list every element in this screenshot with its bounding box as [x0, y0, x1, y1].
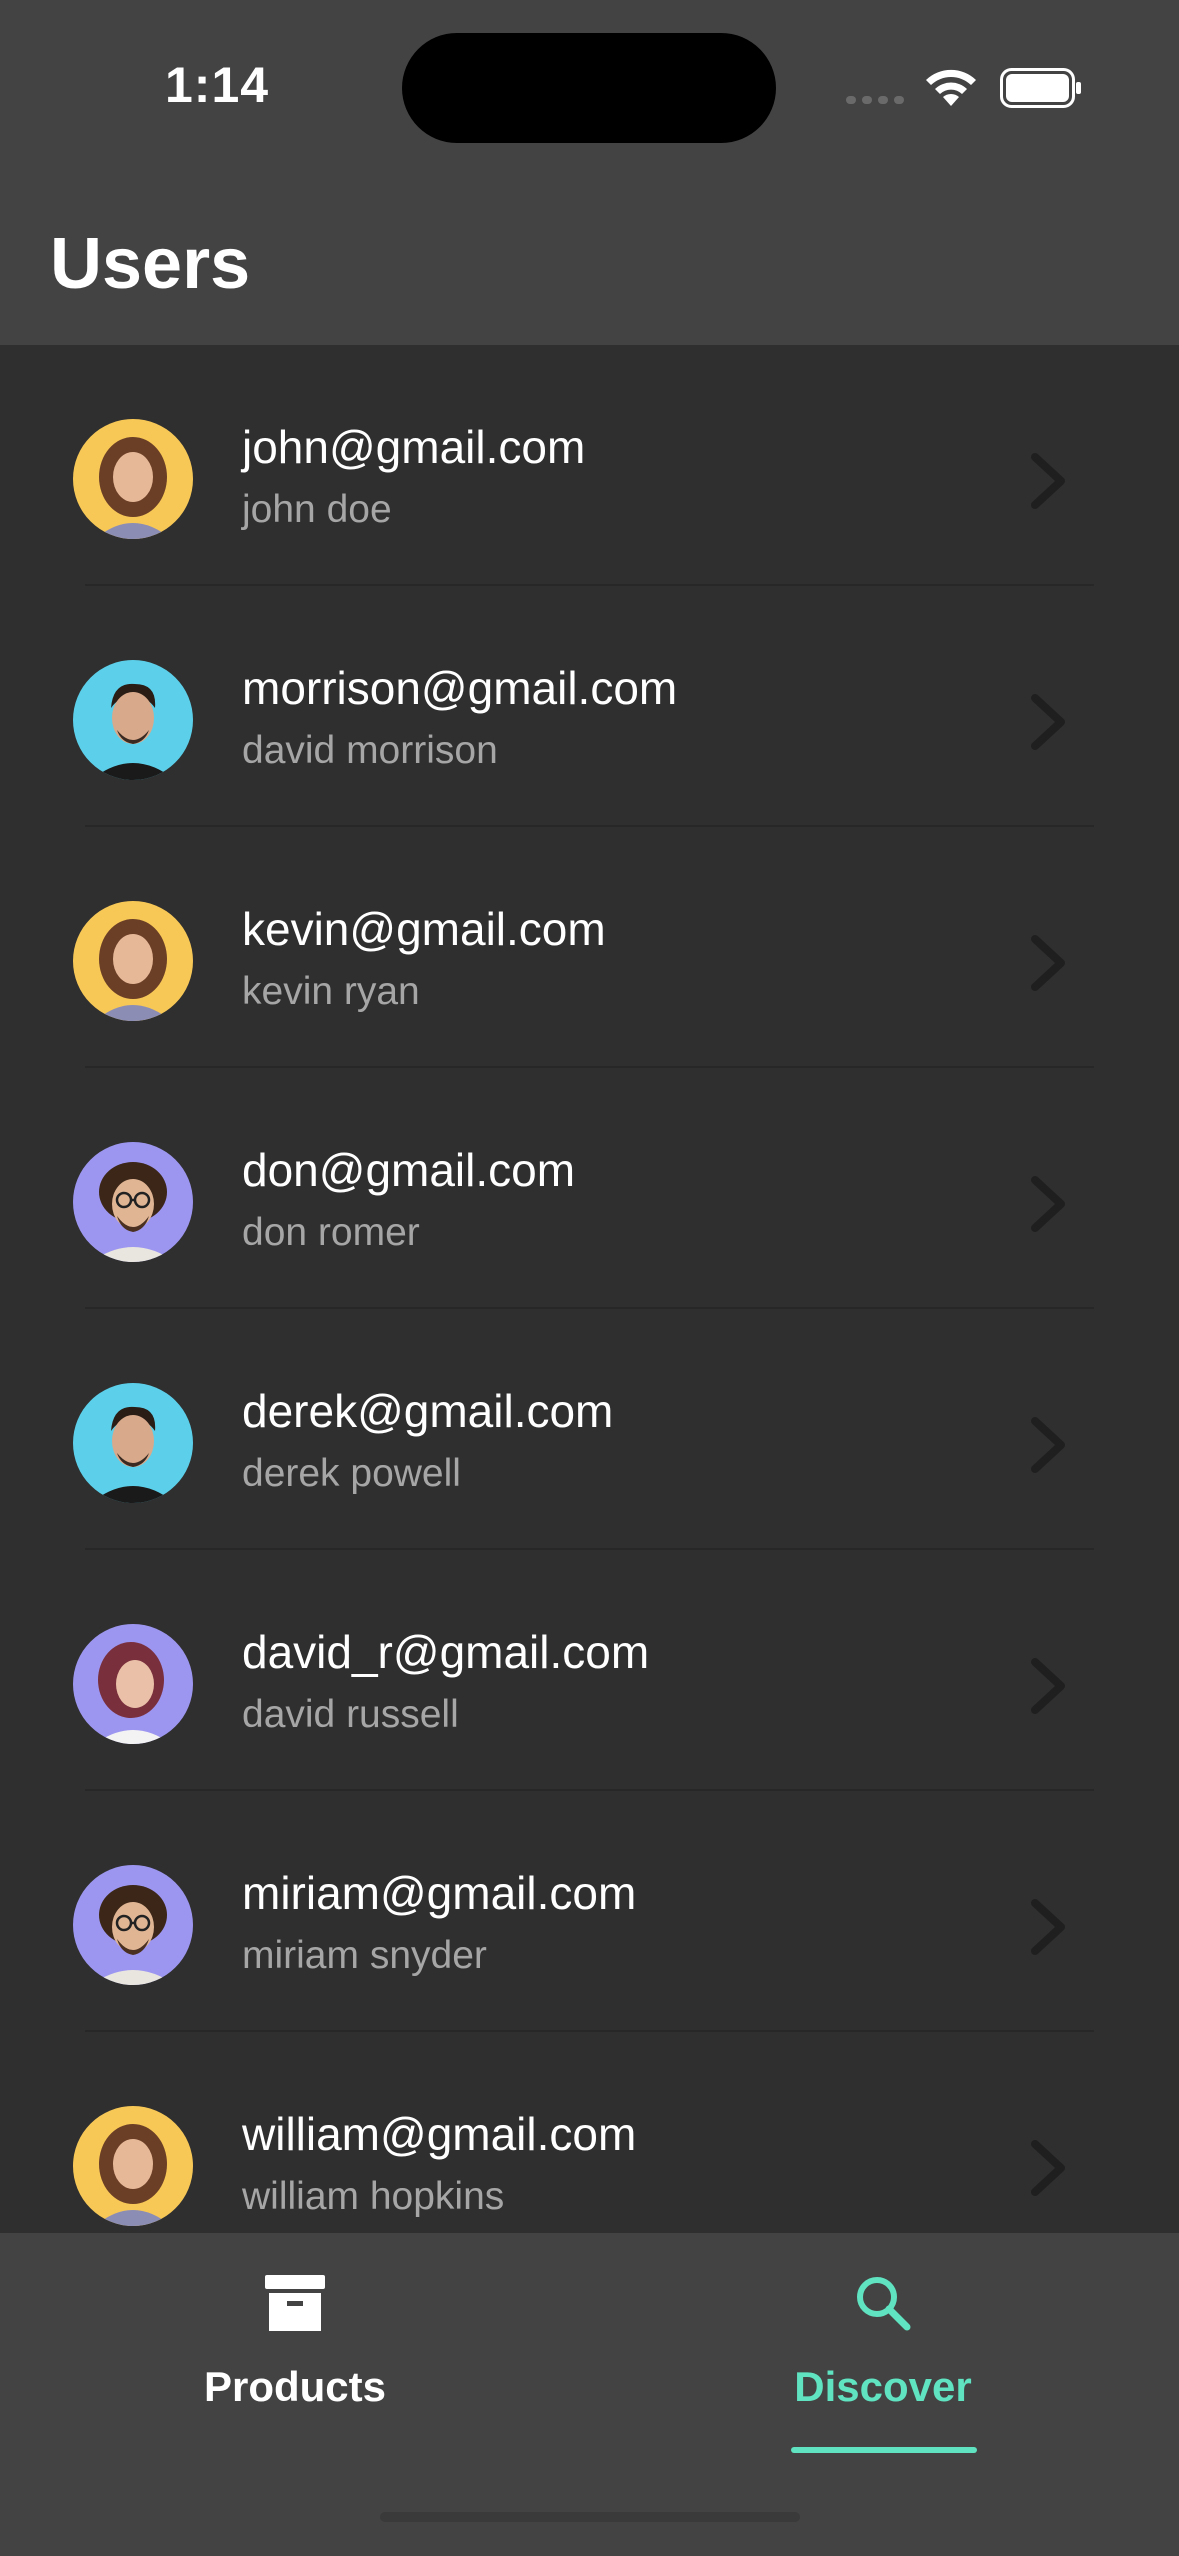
user-email: derek@gmail.com — [242, 1385, 614, 1437]
user-list-item[interactable]: william@gmail.com william hopkins — [0, 2032, 1179, 2233]
tab-products-label: Products — [203, 2363, 387, 2410]
user-name: derek powell — [242, 1452, 461, 1495]
tab-discover[interactable]: Discover — [693, 2233, 1073, 2483]
chevron-right-icon — [1031, 694, 1065, 750]
home-indicator — [380, 2512, 800, 2522]
archive-box-icon — [265, 2275, 325, 2331]
user-name: miriam snyder — [242, 1934, 487, 1977]
bottom-nav: Products Discover — [0, 2233, 1179, 2556]
user-name: john doe — [242, 488, 392, 531]
user-name: william hopkins — [242, 2175, 505, 2218]
user-email: kevin@gmail.com — [242, 903, 606, 955]
chevron-right-icon — [1031, 1899, 1065, 1955]
avatar — [73, 660, 193, 780]
user-email: morrison@gmail.com — [242, 662, 678, 714]
dynamic-island — [402, 33, 776, 143]
app-header: Users — [0, 175, 1179, 345]
tab-discover-label: Discover — [794, 2363, 972, 2410]
chevron-right-icon — [1031, 1417, 1065, 1473]
user-email: john@gmail.com — [242, 421, 586, 473]
user-list-item[interactable]: john@gmail.com john doe — [0, 345, 1179, 586]
status-time: 1:14 — [165, 57, 270, 113]
battery-icon — [1000, 68, 1081, 108]
avatar — [73, 1383, 193, 1503]
user-email: don@gmail.com — [242, 1144, 576, 1196]
avatar — [73, 901, 193, 1021]
avatar — [73, 419, 193, 539]
user-list-item[interactable]: kevin@gmail.com kevin ryan — [0, 827, 1179, 1068]
chevron-right-icon — [1031, 2140, 1065, 2196]
user-email: david_r@gmail.com — [242, 1626, 650, 1678]
tab-products[interactable]: Products — [105, 2233, 485, 2483]
search-icon — [857, 2277, 911, 2331]
user-list-item[interactable]: derek@gmail.com derek powell — [0, 1309, 1179, 1550]
user-list-item[interactable]: morrison@gmail.com david morrison — [0, 586, 1179, 827]
user-name: don romer — [242, 1211, 420, 1254]
chevron-right-icon — [1031, 453, 1065, 509]
cellular-signal-icon — [846, 96, 906, 104]
avatar — [73, 1624, 193, 1744]
user-name: david morrison — [242, 729, 498, 772]
user-list-item[interactable]: don@gmail.com don romer — [0, 1068, 1179, 1309]
user-name: david russell — [242, 1693, 459, 1736]
avatar — [73, 1865, 193, 1985]
avatar — [73, 2106, 193, 2226]
page-title: Users — [50, 224, 251, 304]
wifi-icon — [926, 69, 976, 106]
user-email: miriam@gmail.com — [242, 1867, 637, 1919]
user-list[interactable]: john@gmail.com john doe morrison@gmail.com… — [0, 345, 1179, 2233]
user-email: william@gmail.com — [242, 2108, 637, 2160]
chevron-right-icon — [1031, 1176, 1065, 1232]
chevron-right-icon — [1031, 1658, 1065, 1714]
user-name: kevin ryan — [242, 970, 420, 1013]
user-list-item[interactable]: david_r@gmail.comdavid russell — [0, 1550, 1179, 1791]
status-bar: 1:14 — [0, 0, 1179, 175]
user-list-item[interactable]: miriam@gmail.com miriam snyder — [0, 1791, 1179, 2032]
active-tab-indicator — [791, 2447, 977, 2453]
chevron-right-icon — [1031, 935, 1065, 991]
avatar — [73, 1142, 193, 1262]
